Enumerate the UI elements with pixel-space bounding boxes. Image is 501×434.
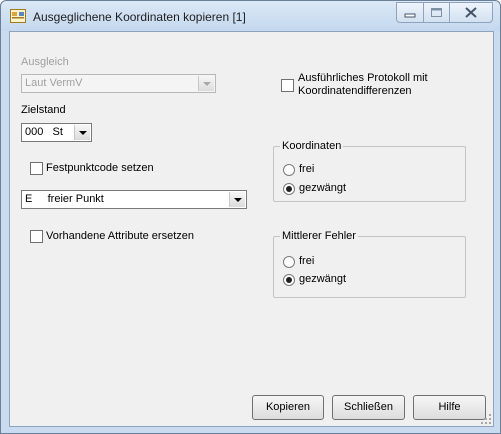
punktcode-value: E freier Punkt — [25, 193, 104, 205]
koordinaten-gezwaengt-radio[interactable] — [283, 183, 295, 195]
protokoll-label-line1[interactable]: Ausführliches Protokoll mit — [298, 72, 428, 84]
chevron-down-icon — [198, 76, 214, 91]
attribute-label[interactable]: Vorhandene Attribute ersetzen — [46, 230, 194, 242]
fehler-gezwaengt-radio[interactable] — [283, 274, 295, 286]
window-title: Ausgeglichene Koordinaten kopieren [1] — [33, 10, 246, 24]
minimize-button[interactable] — [396, 2, 424, 23]
copy-button[interactable]: Kopieren — [252, 395, 324, 420]
zielstand-select[interactable]: 000 St — [21, 123, 92, 142]
fehler-frei-label[interactable]: frei — [299, 255, 314, 267]
chevron-down-icon — [74, 125, 90, 140]
protokoll-label-line2[interactable]: Koordinatendifferenzen — [298, 85, 412, 97]
zielstand-value: 000 St — [25, 126, 63, 138]
koordinaten-frei-radio[interactable] — [283, 164, 295, 176]
fehler-frei-radio[interactable] — [283, 256, 295, 268]
attribute-checkbox[interactable] — [30, 230, 43, 243]
maximize-button[interactable] — [423, 2, 450, 23]
koordinaten-group-title: Koordinaten — [280, 140, 344, 152]
help-button[interactable]: Hilfe — [413, 395, 486, 420]
minimize-icon — [404, 13, 416, 18]
resize-grip-icon[interactable] — [480, 413, 492, 425]
koordinaten-frei-label[interactable]: frei — [299, 163, 314, 175]
ausgleich-value: Laut VermV — [25, 77, 83, 89]
maximize-icon — [431, 8, 442, 17]
protokoll-checkbox[interactable] — [281, 79, 294, 92]
zielstand-label: Zielstand — [21, 104, 66, 116]
chevron-down-icon — [229, 192, 245, 207]
koordinaten-group: Koordinaten frei gezwängt — [273, 140, 466, 202]
dialog-window: Ausgeglichene Koordinaten kopieren [1] A… — [0, 0, 501, 434]
close-icon — [465, 7, 477, 18]
festpunkt-checkbox[interactable] — [30, 162, 43, 175]
ausgleich-label: Ausgleich — [21, 56, 69, 68]
close-button[interactable] — [449, 2, 493, 23]
caption-buttons — [396, 2, 493, 23]
ausgleich-select[interactable]: Laut VermV — [21, 74, 216, 93]
fehler-group-title: Mittlerer Fehler — [280, 230, 358, 242]
app-icon — [10, 9, 26, 23]
fehler-gezwaengt-label[interactable]: gezwängt — [299, 273, 346, 285]
fehler-group: Mittlerer Fehler frei gezwängt — [273, 230, 466, 298]
koordinaten-gezwaengt-label[interactable]: gezwängt — [299, 182, 346, 194]
title-bar[interactable]: Ausgeglichene Koordinaten kopieren [1] — [1, 1, 500, 31]
close-dialog-button[interactable]: Schließen — [332, 395, 405, 420]
festpunkt-label[interactable]: Festpunktcode setzen — [46, 162, 154, 174]
dialog-client-area: Ausgleich Laut VermV Zielstand 000 St Fe… — [9, 31, 494, 427]
punktcode-select[interactable]: E freier Punkt — [21, 190, 247, 209]
